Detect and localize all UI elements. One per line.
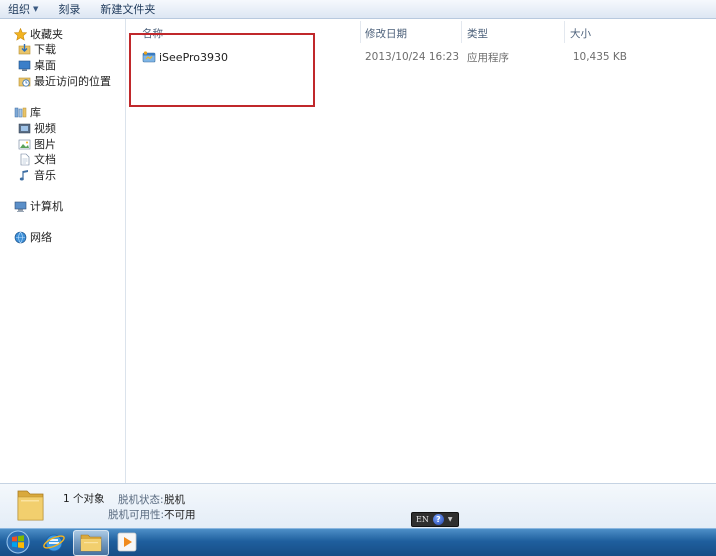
sidebar-item-favorites[interactable]: 收藏夹: [14, 26, 63, 42]
sidebar-item-network[interactable]: 网络: [14, 229, 52, 245]
organize-button[interactable]: 组织 ▼: [8, 1, 38, 17]
burn-label: 刻录: [58, 3, 81, 16]
new-folder-label: 新建文件夹: [100, 3, 156, 16]
navigation-pane: 收藏夹 下载 桌面 最近访问的位置 库 视频 图片 文档 音乐 计算机 网络: [0, 19, 126, 483]
taskbar-windows-explorer[interactable]: [73, 530, 109, 556]
file-size: 10,435 KB: [572, 51, 627, 63]
sidebar-item-label: 网络: [30, 231, 52, 244]
column-divider[interactable]: [360, 21, 361, 43]
folder-icon: [79, 531, 103, 556]
details-pane: 1 个对象 脱机状态: 脱机 脱机可用性: 不可用: [0, 483, 716, 528]
sidebar-item-label: 音乐: [34, 169, 56, 182]
offline-status-label: 脱机状态:: [118, 494, 164, 506]
picture-library-icon: [18, 138, 31, 151]
file-type: 应用程序: [467, 51, 509, 64]
column-header-label: 大小: [570, 27, 591, 40]
chevron-down-icon[interactable]: ▼: [448, 516, 453, 523]
internet-explorer-icon: [42, 530, 66, 556]
language-bar[interactable]: EN ? ▼: [411, 512, 459, 527]
sidebar-item-videos[interactable]: 视频: [18, 120, 56, 136]
file-list: 名称 修改日期 类型 大小 iSeePro3930 2013/10/24 16:…: [127, 19, 716, 483]
sidebar-item-pictures[interactable]: 图片: [18, 136, 56, 152]
taskbar: [0, 528, 716, 556]
column-header-label: 修改日期: [365, 27, 407, 40]
offline-availability-label: 脱机可用性:: [108, 509, 165, 521]
burn-button[interactable]: 刻录: [58, 1, 80, 17]
computer-icon: [14, 200, 27, 213]
sidebar-item-libraries[interactable]: 库: [14, 104, 41, 120]
sidebar-item-desktop[interactable]: 桌面: [18, 57, 56, 73]
help-icon[interactable]: ?: [432, 514, 444, 525]
highlight-annotation: [129, 33, 315, 107]
sidebar-item-label: 图片: [34, 138, 56, 151]
media-player-icon: [116, 531, 138, 556]
recent-places-icon: [18, 75, 31, 88]
sidebar-item-label: 库: [30, 106, 41, 119]
language-indicator[interactable]: EN: [416, 515, 429, 524]
document-library-icon: [18, 153, 31, 166]
chevron-down-icon: ▼: [33, 5, 39, 13]
sidebar-item-label: 桌面: [34, 59, 56, 72]
new-folder-button[interactable]: 新建文件夹: [100, 1, 155, 17]
object-count: 1 个对象: [63, 493, 105, 505]
download-folder-icon: [18, 43, 31, 56]
sidebar-item-label: 计算机: [30, 200, 63, 213]
sidebar-item-computer[interactable]: 计算机: [14, 198, 63, 214]
offline-status-value: 脱机: [164, 494, 185, 506]
library-icon: [14, 106, 27, 119]
start-button[interactable]: [4, 530, 32, 556]
command-bar: 组织 ▼ 刻录 新建文件夹: [0, 0, 716, 19]
column-header-type[interactable]: 类型: [467, 25, 488, 41]
star-icon: [14, 27, 27, 41]
sidebar-item-label: 收藏夹: [30, 28, 63, 41]
column-header-date[interactable]: 修改日期: [365, 25, 407, 41]
sidebar-item-music[interactable]: 音乐: [18, 167, 56, 183]
taskbar-internet-explorer[interactable]: [38, 530, 70, 556]
column-divider[interactable]: [461, 21, 462, 43]
column-header-size[interactable]: 大小: [570, 25, 591, 41]
folder-icon: [16, 487, 46, 526]
organize-label: 组织: [8, 3, 30, 16]
network-icon: [14, 231, 27, 244]
windows-logo-icon: [6, 530, 30, 556]
sidebar-item-documents[interactable]: 文档: [18, 151, 56, 167]
sidebar-item-label: 下载: [34, 43, 56, 56]
video-library-icon: [18, 122, 31, 135]
sidebar-item-downloads[interactable]: 下载: [18, 41, 56, 57]
sidebar-item-label: 文档: [34, 153, 56, 166]
file-date: 2013/10/24 16:23: [365, 51, 460, 63]
sidebar-item-recent-places[interactable]: 最近访问的位置: [18, 73, 111, 89]
taskbar-media-player[interactable]: [112, 530, 142, 556]
sidebar-item-label: 视频: [34, 122, 56, 135]
music-library-icon: [18, 169, 31, 182]
sidebar-item-label: 最近访问的位置: [34, 75, 111, 88]
desktop-icon: [18, 59, 31, 72]
offline-availability-value: 不可用: [164, 509, 196, 521]
column-header-label: 类型: [467, 27, 488, 40]
column-divider[interactable]: [564, 21, 565, 43]
